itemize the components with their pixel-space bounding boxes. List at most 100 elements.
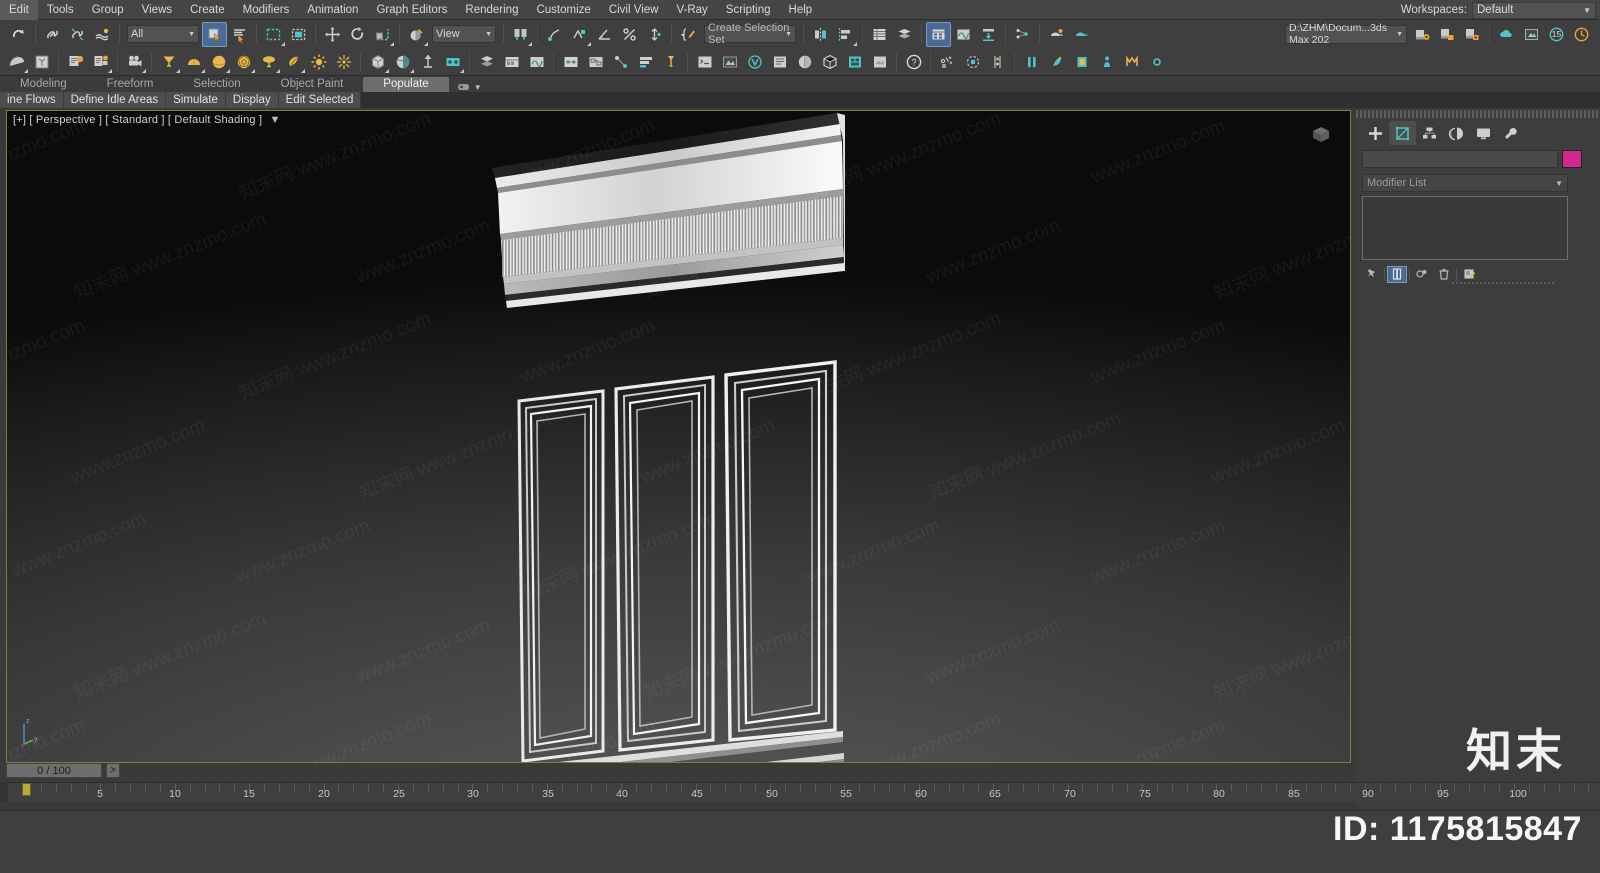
frame-indicator[interactable]: 0 / 100: [6, 763, 102, 778]
track-bar[interactable]: 5 10 15 20 25 30 35 40 45 50 55 60 65 70 75 80 85 90 95 100: [0, 782, 1600, 802]
object-name-input[interactable]: [1362, 150, 1558, 168]
reference-coordinate-dropdown[interactable]: View ▼: [432, 25, 496, 43]
select-and-rotate-icon[interactable]: [345, 22, 370, 47]
civil-view-6-icon[interactable]: [1144, 49, 1169, 74]
layer-explorer-icon[interactable]: [892, 22, 917, 47]
ribbon-display-dropdown[interactable]: ▼: [449, 82, 490, 92]
hierarchy-tab[interactable]: [1416, 121, 1443, 145]
menu-item-views[interactable]: Views: [133, 0, 181, 20]
quick-render-icon[interactable]: 15: [1544, 22, 1569, 47]
select-and-move-icon[interactable]: [320, 22, 345, 47]
named-selection-set-input[interactable]: Create Selection Set ▼: [704, 22, 796, 46]
vray-frame-buffer-icon[interactable]: [717, 49, 742, 74]
selection-filter-dropdown[interactable]: All ▼: [127, 25, 199, 43]
menu-item-graph-editors[interactable]: Graph Editors: [367, 0, 456, 20]
menu-item-civil-view[interactable]: Civil View: [600, 0, 668, 20]
ribbon-btn-simulate[interactable]: Simulate: [166, 92, 226, 108]
normal-align-icon[interactable]: [390, 49, 415, 74]
align-camera-icon[interactable]: [440, 49, 465, 74]
create-geometry-dome-icon[interactable]: [181, 49, 206, 74]
object-color-swatch[interactable]: [1562, 150, 1582, 168]
vray-light-lister-icon[interactable]: [767, 49, 792, 74]
window-crossing-toggle-icon[interactable]: [286, 22, 311, 47]
ribbon-btn-define-flows[interactable]: ine Flows: [0, 92, 64, 108]
render-frame-icon[interactable]: [1569, 22, 1594, 47]
angle-snap-toggle-icon[interactable]: [592, 22, 617, 47]
create-daylight-icon[interactable]: [331, 49, 356, 74]
render-message-icon[interactable]: [63, 49, 88, 74]
civil-view-3-icon[interactable]: [1069, 49, 1094, 74]
rectangular-selection-region-icon[interactable]: [261, 22, 286, 47]
create-geosphere-icon[interactable]: [231, 49, 256, 74]
viewport-label[interactable]: [+] [ Perspective ] [ Standard ] [ Defau…: [13, 114, 281, 126]
viewport-label-standard[interactable]: [ Standard ]: [105, 114, 164, 126]
bind-to-space-warp-icon[interactable]: [90, 22, 115, 47]
modifier-stack[interactable]: [1362, 196, 1568, 260]
select-by-name-icon[interactable]: [227, 22, 252, 47]
rendered-frame-window-icon[interactable]: [1435, 22, 1460, 47]
utilities-tab[interactable]: [1497, 121, 1524, 145]
modifier-list-dropdown[interactable]: Modifier List ▼: [1362, 174, 1568, 192]
curve-editor-icon[interactable]: [926, 21, 951, 47]
menu-item-tools[interactable]: Tools: [38, 0, 83, 20]
curve-editor-mode-icon[interactable]: [558, 49, 583, 74]
arc-rotate-icon[interactable]: [4, 49, 29, 74]
ribbon-tab-freeform[interactable]: Freeform: [87, 77, 174, 92]
percent-snap-toggle-icon[interactable]: [617, 22, 642, 47]
create-light-icon[interactable]: [156, 49, 181, 74]
modify-tab[interactable]: [1389, 121, 1416, 145]
display-tab[interactable]: [1470, 121, 1497, 145]
ribbon-tab-populate[interactable]: Populate: [363, 77, 449, 92]
create-sunlight-icon[interactable]: [306, 49, 331, 74]
menu-item-animation[interactable]: Animation: [298, 0, 367, 20]
light-lister-icon[interactable]: [658, 49, 683, 74]
render-setup-icon[interactable]: [1410, 22, 1435, 47]
reaction-manager-icon[interactable]: [608, 49, 633, 74]
ribbon-tab-modeling[interactable]: Modeling: [0, 77, 87, 92]
vray-proxy-icon[interactable]: [817, 49, 842, 74]
populate-create-icon[interactable]: [935, 49, 960, 74]
remove-modifier-icon[interactable]: [1434, 266, 1454, 283]
viewport-label-shading[interactable]: [ Default Shading ]: [168, 114, 262, 126]
snaps-toggle-icon[interactable]: [567, 22, 592, 47]
vray-denoiser-icon[interactable]: [867, 49, 892, 74]
render-elements-icon[interactable]: [842, 49, 867, 74]
edit-named-selection-sets-icon[interactable]: [676, 22, 701, 47]
ribbon-toggle-icon[interactable]: [499, 49, 524, 74]
ribbon-btn-edit-selected[interactable]: Edit Selected: [279, 92, 362, 108]
time-slider-handle[interactable]: [22, 783, 31, 796]
schematic-view-icon[interactable]: [951, 22, 976, 47]
civil-view-4-icon[interactable]: [1094, 49, 1119, 74]
motion-tab[interactable]: [1443, 121, 1470, 145]
create-space-warp-icon[interactable]: [281, 49, 306, 74]
select-and-place-icon[interactable]: [404, 22, 429, 47]
material-editor-compact-icon[interactable]: [976, 22, 1001, 47]
render-message-camera-icon[interactable]: [88, 49, 113, 74]
menu-item-group[interactable]: Group: [83, 0, 133, 20]
use-pivot-point-center-icon[interactable]: [508, 22, 533, 47]
create-tab[interactable]: [1362, 121, 1389, 145]
camera-icon[interactable]: [122, 49, 147, 74]
quick-align-icon[interactable]: [365, 49, 390, 74]
menu-item-rendering[interactable]: Rendering: [456, 0, 527, 20]
configure-modifier-sets-icon[interactable]: [1459, 266, 1479, 283]
view-cube-icon[interactable]: [1308, 125, 1334, 145]
next-frame-button[interactable]: >: [106, 763, 120, 778]
select-and-link-icon[interactable]: [40, 22, 65, 47]
menu-item-edit[interactable]: Edit: [0, 0, 38, 20]
material-editor-icon[interactable]: [1044, 22, 1069, 47]
redo-icon[interactable]: [6, 22, 31, 47]
ribbon-tab-selection[interactable]: Selection: [173, 77, 260, 92]
help-icon[interactable]: ?: [901, 49, 926, 74]
mirror-icon[interactable]: [808, 22, 833, 47]
layer-manager-icon[interactable]: [474, 49, 499, 74]
render-in-cloud-icon[interactable]: [1494, 22, 1519, 47]
place-highlight-icon[interactable]: [415, 49, 440, 74]
material-explorer-icon[interactable]: [1069, 22, 1094, 47]
vray-toolbar-icon[interactable]: [742, 49, 767, 74]
menu-item-modifiers[interactable]: Modifiers: [234, 0, 299, 20]
menu-item-customize[interactable]: Customize: [527, 0, 599, 20]
civil-view-5-icon[interactable]: [1119, 49, 1144, 74]
viewport[interactable]: [+] [ Perspective ] [ Standard ] [ Defau…: [6, 110, 1351, 763]
motion-mixer-icon[interactable]: [633, 49, 658, 74]
